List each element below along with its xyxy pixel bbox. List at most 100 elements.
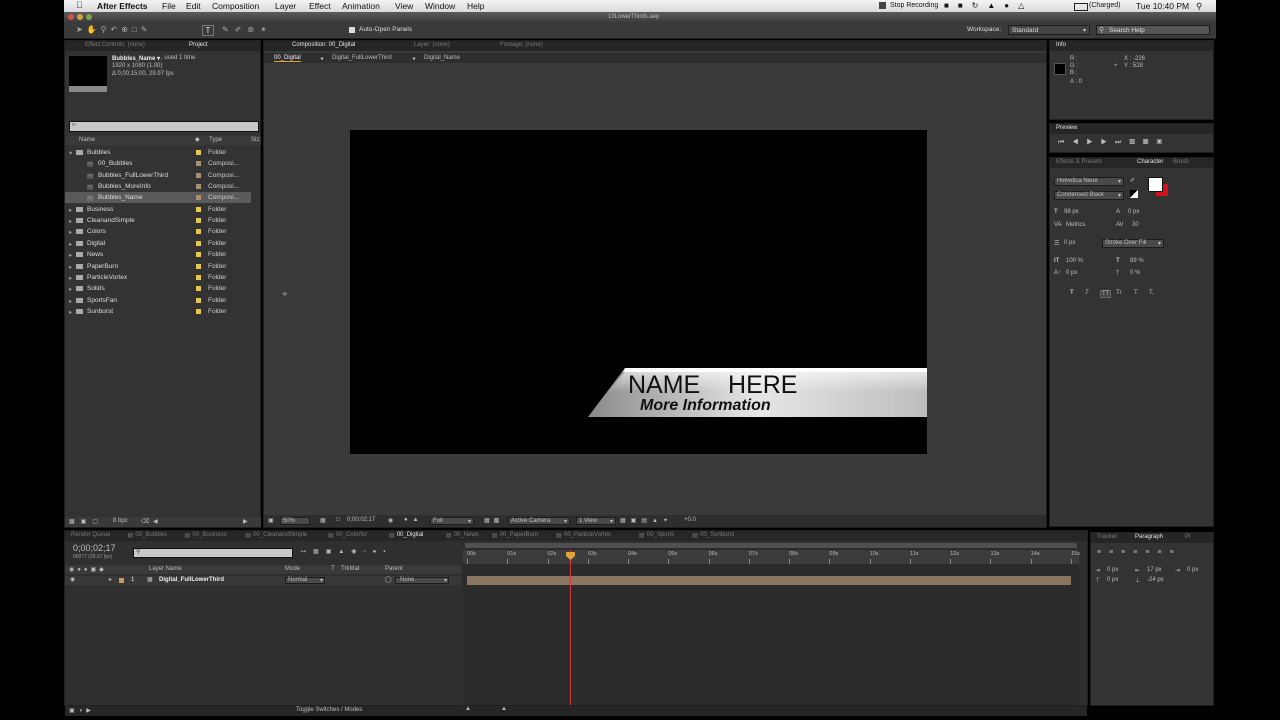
parent-pickwhip-icon[interactable]: ◯ (385, 576, 392, 583)
faux-bold-button[interactable]: T (1070, 290, 1074, 296)
comp-viewer[interactable]: NAME HERE More Information (350, 130, 927, 454)
scroll-left-icon[interactable]: ◀ (153, 518, 158, 525)
space-after-value[interactable]: -24 px (1147, 577, 1164, 583)
selected-item-name[interactable]: Bubbles_Name ▾ (112, 55, 160, 62)
project-item[interactable]: ▸ PaperBurn Folder (65, 261, 251, 272)
label-color-swatch[interactable] (196, 184, 201, 190)
tab-tracker[interactable]: Tracker (1097, 534, 1117, 540)
menu-window[interactable]: Window (425, 1, 455, 11)
timeline-tab[interactable]: 00_ParticleVortex (564, 532, 611, 538)
col-type[interactable]: Type (209, 137, 222, 143)
project-item[interactable]: ▸ SportsFan Folder (65, 295, 251, 306)
layer-mode-select[interactable]: Normal ▾ (285, 577, 325, 584)
horizontal-scale-value[interactable]: 89 % (1130, 258, 1144, 264)
label-color-swatch[interactable] (196, 172, 201, 178)
project-bottom-icons[interactable]: ▦▣▢ (69, 518, 104, 525)
tab-effect-controls[interactable]: Effect Controls: (none) (85, 42, 145, 48)
label-color-swatch[interactable] (196, 308, 201, 314)
superscript-button[interactable]: T (1134, 290, 1138, 296)
baseline-shift-value[interactable]: 0 px (1066, 270, 1077, 276)
small-caps-button[interactable]: Tr (1116, 290, 1121, 296)
menu-file[interactable]: File (162, 1, 176, 11)
project-item[interactable]: ▸ Solids Folder (65, 283, 251, 294)
layer-name[interactable]: Digital_FullLowerThird (159, 577, 224, 583)
close-window-icon[interactable] (68, 14, 74, 20)
subscript-button[interactable]: T, (1149, 290, 1154, 296)
views-select[interactable]: 1 View ▾ (576, 517, 616, 525)
expand-right-icon[interactable]: ▸ (69, 206, 72, 214)
project-item[interactable]: ▤ 00_Bubbles Composi... (65, 158, 251, 169)
col-mode[interactable]: Mode (285, 566, 300, 572)
expand-right-icon[interactable]: ▸ (69, 240, 72, 248)
menu-view[interactable]: View (395, 1, 413, 11)
current-time-indicator[interactable] (570, 550, 571, 705)
expand-right-icon[interactable]: ▸ (69, 297, 72, 305)
timeline-tab[interactable]: 00_Sports (647, 532, 674, 538)
label-color-swatch[interactable] (196, 240, 201, 246)
project-item[interactable]: ▤ Bubbles_MoreInfo Composi... (65, 181, 251, 192)
battery-icon[interactable] (1074, 3, 1088, 11)
timeline-tab[interactable]: 00_Sunburst (700, 532, 734, 538)
tool-icons-2[interactable]: ✎✐⊛✴ (222, 25, 273, 34)
bpc-label[interactable]: 8 bpc (113, 518, 128, 524)
text-tool-icon[interactable]: T (202, 25, 214, 36)
menu-composition[interactable]: Composition (212, 1, 259, 11)
tab-footage[interactable]: Footage: (none) (500, 42, 543, 48)
expand-right-icon[interactable]: ▸ (69, 274, 72, 282)
font-family-select[interactable]: Helvetica Neue ▾ (1054, 177, 1124, 186)
spotlight-icon[interactable]: ⚲ (1196, 1, 1202, 12)
expand-right-icon[interactable]: ▸ (69, 285, 72, 293)
align-icons[interactable]: ≡≡≡≡≡≡≡ (1097, 549, 1182, 556)
tab-character[interactable]: Character (1137, 159, 1163, 165)
timeline-tab[interactable]: 00_Bubbles (135, 532, 167, 538)
tab-composition[interactable]: Composition: 00_Digital (292, 42, 355, 48)
project-item[interactable]: ▤ Bubbles_Name Composi... (65, 192, 251, 204)
minimize-window-icon[interactable] (77, 14, 83, 20)
camera-select[interactable]: Active Camera ▾ (508, 517, 570, 525)
col-name[interactable]: Name (79, 137, 95, 143)
label-color-swatch[interactable] (196, 286, 201, 292)
font-size-value[interactable]: 98 px (1064, 209, 1079, 215)
timeline-tab[interactable]: 00_News (454, 532, 479, 538)
col-t[interactable]: T (331, 566, 335, 572)
tool-icons[interactable]: ➤✋⚲↶⊕□✎ (76, 25, 151, 34)
search-help-input[interactable]: ⚲ Search Help (1096, 25, 1210, 35)
stroke-mode-select[interactable]: Stroke Over Fill ▾ (1102, 239, 1164, 248)
menu-edit[interactable]: Edit (186, 1, 201, 11)
col-parent[interactable]: Parent (385, 566, 403, 572)
leading-value[interactable]: 0 px (1128, 209, 1139, 215)
layer-visibility-icon[interactable]: ◉ (70, 576, 75, 583)
stroke-width-value[interactable]: 0 px (1064, 240, 1075, 246)
swap-colors-icon[interactable] (1130, 190, 1138, 198)
expand-right-icon[interactable]: ▸ (69, 228, 72, 236)
tab-paragraph[interactable]: Paragraph (1135, 534, 1163, 540)
timeline-search-input[interactable]: ⚲ (133, 548, 293, 558)
label-color-swatch[interactable] (196, 229, 201, 235)
timeline-tab[interactable]: 00_CleanandSimple (253, 532, 307, 538)
layer-label-color[interactable] (119, 578, 124, 583)
tab-info[interactable]: Info (1056, 42, 1066, 48)
layer-expand-icon[interactable]: ▸ (109, 576, 112, 583)
region-icon[interactable]: □ (336, 517, 340, 523)
menu-help[interactable]: Help (467, 1, 484, 11)
timeline-bottom-icons[interactable]: ▣◑▶ (69, 707, 95, 714)
indent-first-value[interactable]: 0 px (1187, 567, 1198, 573)
expand-right-icon[interactable]: ▸ (69, 263, 72, 271)
menu-layer[interactable]: Layer (275, 1, 296, 11)
font-style-select[interactable]: Condensed Black ▾ (1054, 191, 1124, 200)
label-color-swatch[interactable] (196, 206, 201, 212)
project-item[interactable]: ▤ Bubbles_FullLowerThird Composi... (65, 170, 251, 181)
menu-clock[interactable]: Tue 10:40 PM (1136, 1, 1189, 11)
stop-recording-icon[interactable] (879, 2, 886, 9)
col-trkmat[interactable]: TrkMat (341, 566, 359, 572)
scroll-right-icon[interactable]: ▶ (243, 518, 248, 525)
tab-preview[interactable]: Preview (1056, 125, 1077, 131)
indent-right-value[interactable]: 17 px (1147, 567, 1162, 573)
exposure-value[interactable]: +0.0 (684, 517, 696, 523)
label-color-swatch[interactable] (196, 195, 201, 201)
layer-row[interactable]: ◉ ▸ 1 ▦ Digital_FullLowerThird Normal ▾ … (65, 576, 461, 585)
layer-duration-bar[interactable] (467, 576, 1071, 585)
trash-icon[interactable]: ⌫ (141, 518, 149, 525)
stop-recording[interactable]: Stop Recording (890, 2, 938, 9)
preview-controls-icons[interactable]: ⏮◀▶▶⏭▩▦▣ (1058, 139, 1170, 147)
